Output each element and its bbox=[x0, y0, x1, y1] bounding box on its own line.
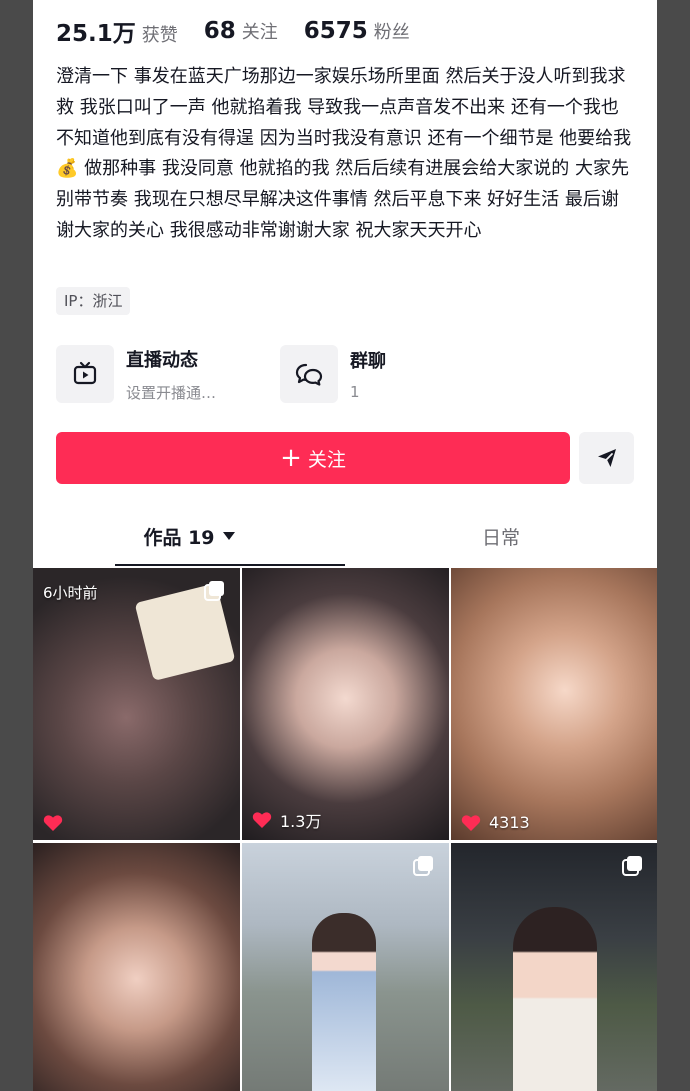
stat-following-label: 关注 bbox=[241, 22, 278, 43]
video-thumbnail[interactable] bbox=[242, 843, 449, 1091]
stat-followers-label: 粉丝 bbox=[373, 22, 410, 43]
stat-followers[interactable]: 6575 粉丝 bbox=[304, 18, 410, 44]
heart-icon bbox=[43, 815, 63, 831]
video-time: 6小时前 bbox=[43, 584, 98, 602]
follow-button-label: 关注 bbox=[307, 448, 346, 471]
video-thumbnail[interactable]: 1.3万 bbox=[242, 568, 449, 840]
stat-following-value: 68 bbox=[203, 18, 236, 44]
ip-location-tag: IP：浙江 bbox=[56, 287, 131, 315]
video-likes: 1.3万 bbox=[252, 808, 321, 832]
multi-image-icon bbox=[413, 855, 435, 881]
video-thumbnail[interactable]: 4313 bbox=[451, 568, 657, 840]
stat-likes-label: 获赞 bbox=[141, 25, 178, 46]
heart-icon bbox=[461, 814, 481, 831]
video-likes: 4313 bbox=[461, 813, 530, 832]
live-feature-text: 直播动态 设置开播通… bbox=[126, 346, 216, 403]
person-figure bbox=[513, 907, 597, 1091]
person-figure bbox=[312, 913, 376, 1091]
video-thumbnail[interactable] bbox=[33, 843, 240, 1091]
heart-icon bbox=[252, 812, 272, 828]
stat-followers-value: 6575 bbox=[303, 18, 368, 44]
profile-card: 25.1万 获赞 68 关注 6575 粉丝 澄清一下 事发在蓝天广场那边一家娱… bbox=[33, 0, 657, 1091]
live-feature-title: 直播动态 bbox=[126, 349, 198, 371]
tab-works-label: 作品 19 bbox=[143, 526, 215, 549]
chat-bubbles-icon bbox=[280, 345, 338, 403]
plus-icon: + bbox=[280, 443, 302, 473]
follow-button[interactable]: + 关注 bbox=[56, 432, 570, 484]
tab-daily-label: 日常 bbox=[481, 526, 520, 549]
group-chat-feature-title: 群聊 bbox=[350, 351, 386, 372]
multi-image-icon bbox=[204, 580, 226, 606]
live-feature[interactable]: 直播动态 设置开播通… bbox=[56, 344, 216, 404]
video-thumbnail[interactable]: 6小时前 bbox=[33, 568, 240, 840]
caret-down-icon bbox=[222, 532, 235, 540]
live-feature-subtitle: 设置开播通… bbox=[126, 383, 217, 402]
tab-works[interactable]: 作品 19 bbox=[33, 506, 345, 566]
video-likes bbox=[43, 814, 71, 832]
profile-stats: 25.1万 获赞 68 关注 6575 粉丝 bbox=[56, 14, 436, 48]
tv-play-icon bbox=[56, 345, 114, 403]
stat-likes-value: 25.1万 bbox=[56, 21, 136, 47]
content-tabs: 作品 19 日常 bbox=[33, 506, 657, 566]
stat-following[interactable]: 68 关注 bbox=[204, 18, 278, 44]
share-button[interactable] bbox=[579, 432, 634, 484]
video-likes-count: 1.3万 bbox=[280, 812, 322, 831]
send-icon bbox=[597, 449, 616, 467]
video-likes-count: 4313 bbox=[489, 813, 530, 832]
group-chat-feature[interactable]: 群聊 1 bbox=[280, 344, 386, 404]
multi-image-icon bbox=[622, 855, 644, 881]
group-chat-feature-count: 1 bbox=[350, 383, 360, 401]
video-thumbnail[interactable] bbox=[451, 843, 657, 1091]
active-tab-indicator bbox=[115, 564, 345, 566]
stat-likes[interactable]: 25.1万 获赞 bbox=[56, 14, 178, 48]
tab-daily[interactable]: 日常 bbox=[345, 506, 657, 566]
group-chat-feature-text: 群聊 1 bbox=[350, 347, 386, 401]
profile-bio: 澄清一下 事发在蓝天广场那边一家娱乐场所里面 然后关于没人听到我求救 我张口叫了… bbox=[56, 66, 632, 241]
